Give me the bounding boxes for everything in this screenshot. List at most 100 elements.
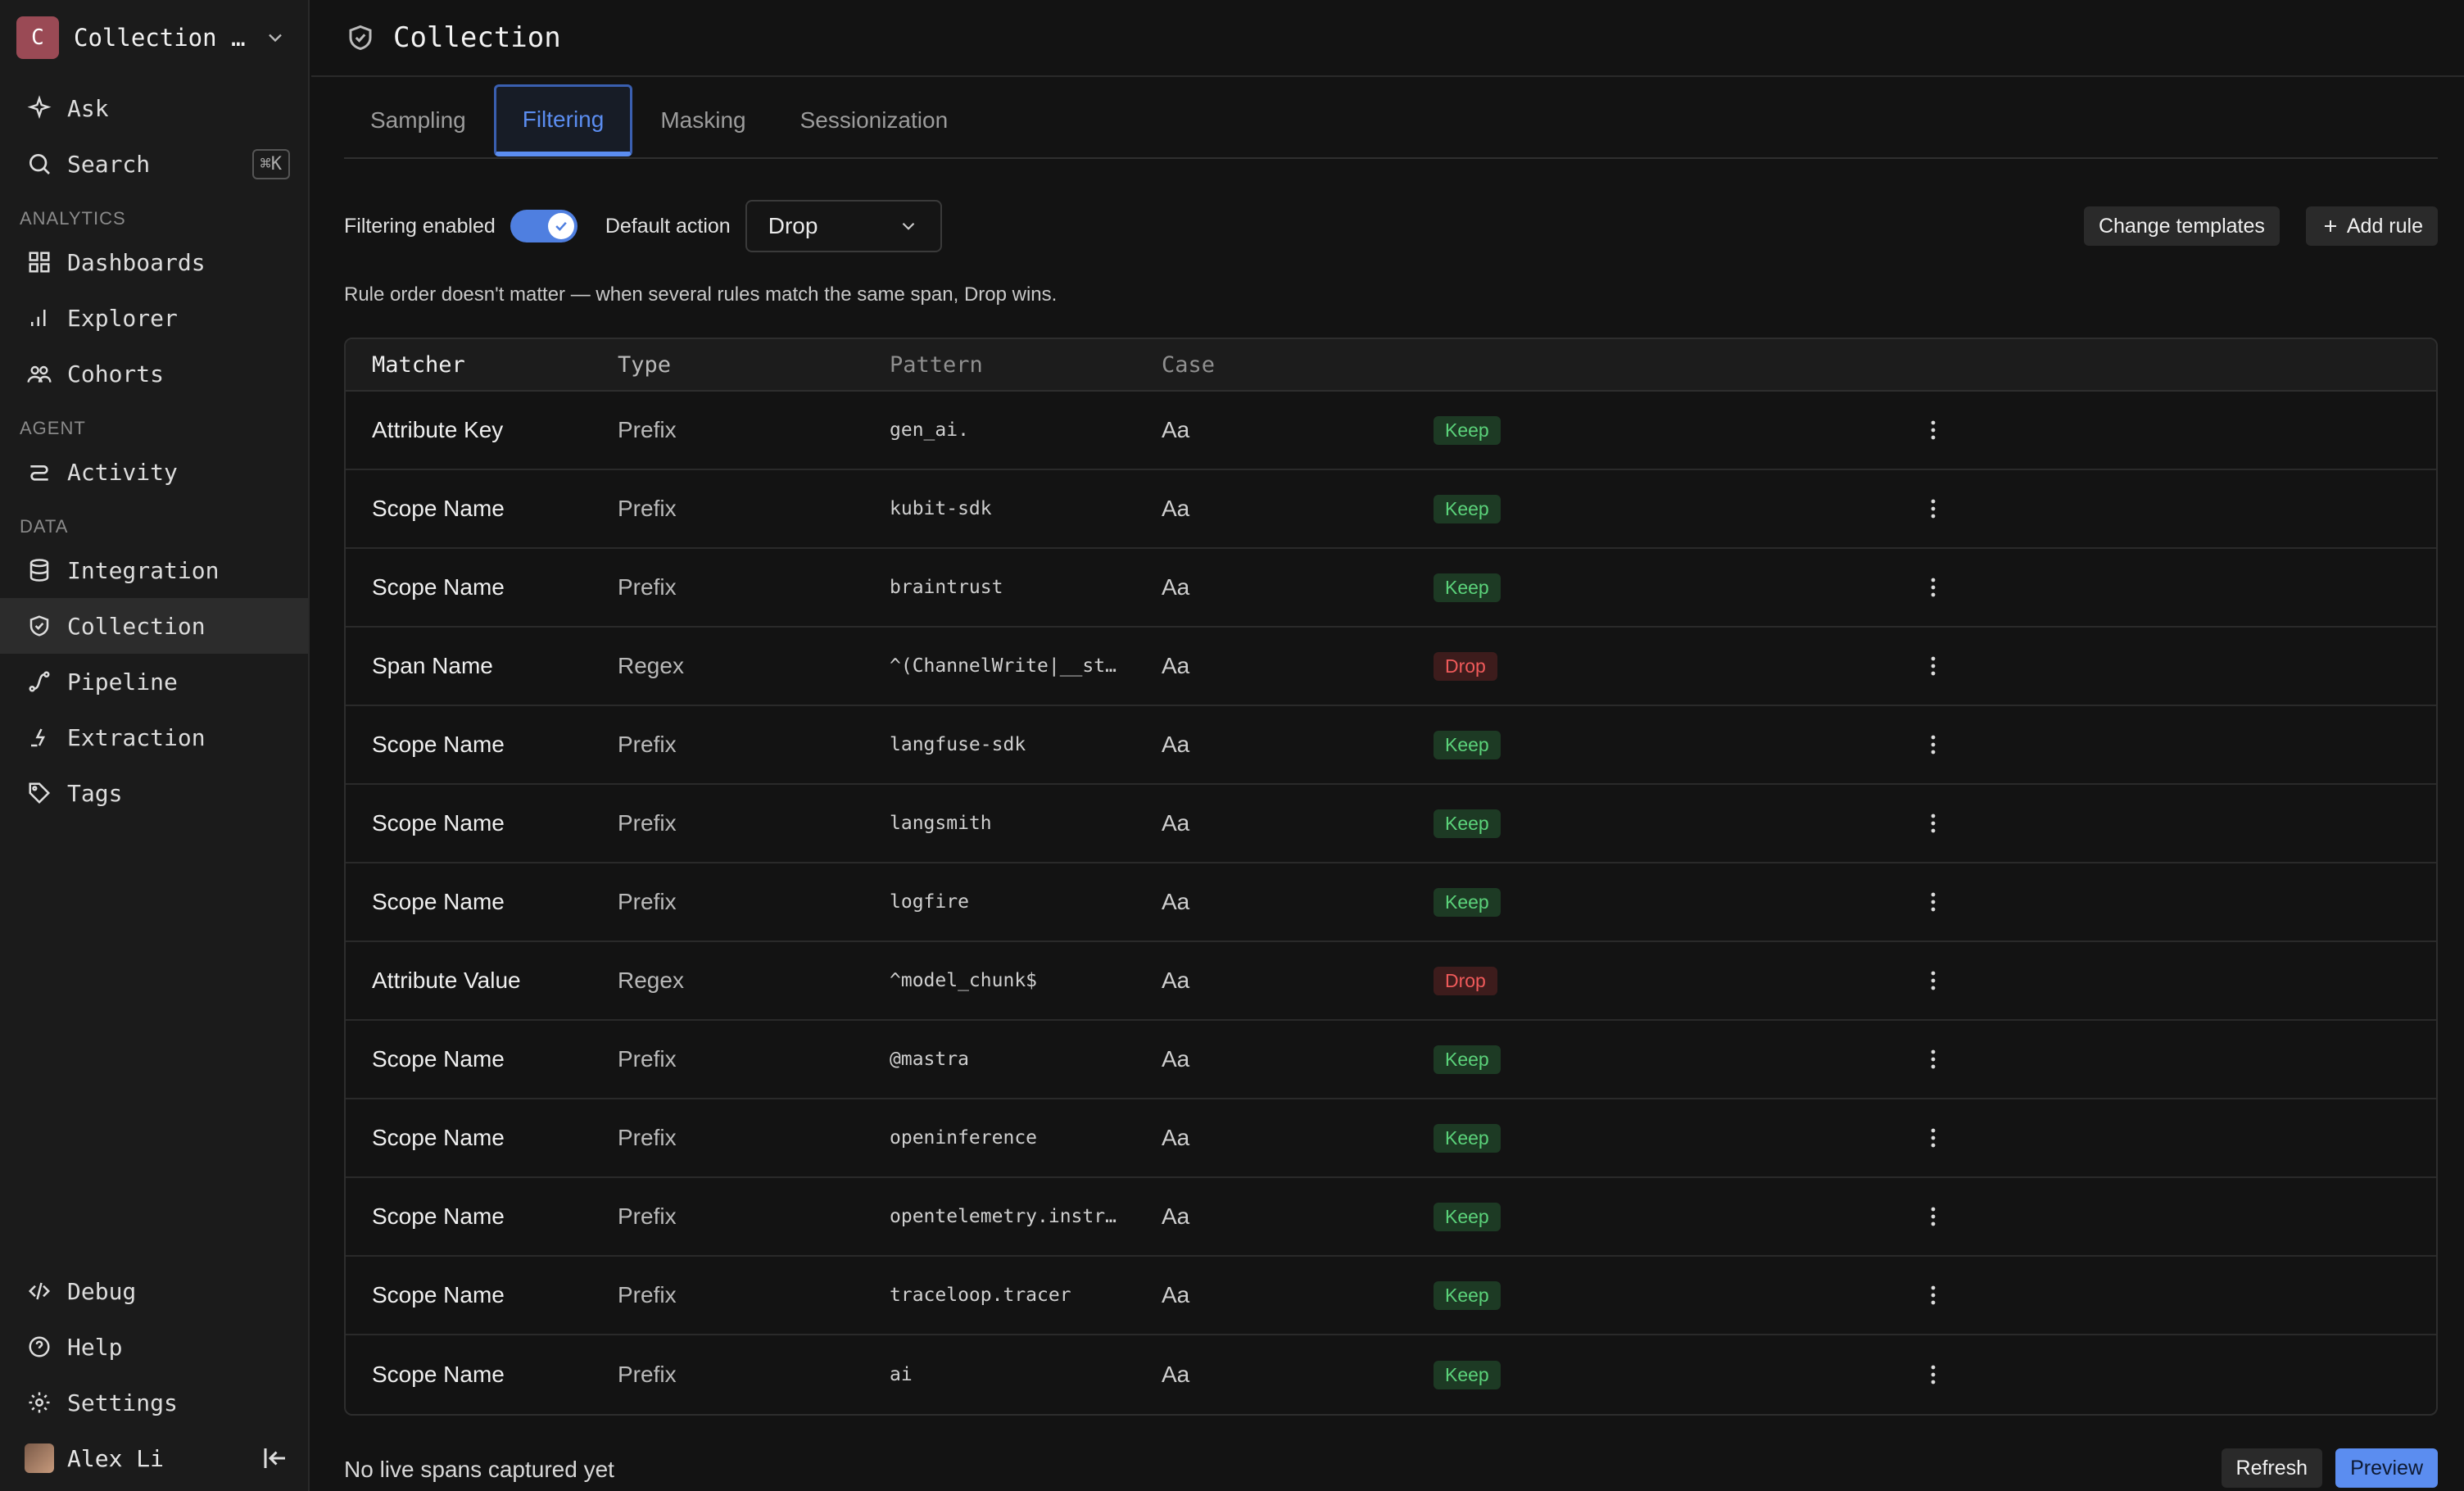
sidebar-item-settings[interactable]: Settings [0,1375,308,1430]
rules-table: Matcher Type Pattern Case Attribute Key P… [344,338,2438,1416]
sidebar-item-ask[interactable]: Ask [0,80,308,136]
pattern-cell: kubit-sdk [890,498,992,519]
sidebar-item-explorer[interactable]: Explorer [0,290,308,346]
action-cell: Keep [1434,1360,1909,1389]
type-cell: Prefix [618,1203,677,1229]
collapse-sidebar-icon[interactable] [260,1443,290,1473]
sidebar-item-tags[interactable]: Tags [0,765,308,821]
table-row[interactable]: Scope Name Prefix langfuse-sdk Aa Keep [346,706,2436,785]
sidebar-item-label: Collection [67,612,206,640]
action-badge: Keep [1434,1280,1501,1310]
plus-icon [2324,220,2336,232]
matcher-cell: Scope Name [372,1282,505,1307]
pipeline-icon [25,667,54,696]
action-cell: Keep [1434,494,1909,523]
default-action-value: Drop [768,213,818,238]
sidebar-item-integration[interactable]: Integration [0,542,308,598]
sidebar-item-activity[interactable]: Activity [0,444,308,500]
table-row[interactable]: Scope Name Prefix kubit-sdk Aa Keep [346,470,2436,549]
change-templates-button[interactable]: Change templates [2083,206,2280,246]
tab-masking[interactable]: Masking [634,84,772,156]
sidebar-item-dashboards[interactable]: Dashboards [0,234,308,290]
column-header-type[interactable]: Type [618,352,890,378]
user-profile[interactable]: Alex Li [0,1430,308,1486]
more-vertical-icon [1931,578,1936,597]
refresh-button[interactable]: Refresh [2221,1448,2323,1488]
row-menu-button[interactable] [1909,655,1958,677]
type-cell: Prefix [618,1125,677,1150]
pattern-cell: traceloop.tracer [890,1285,1071,1306]
sidebar-item-cohorts[interactable]: Cohorts [0,346,308,401]
column-header-case[interactable]: Case [1162,352,1434,378]
grid-icon [25,247,54,277]
row-menu-button[interactable] [1909,970,1958,991]
check-icon [547,213,574,239]
column-header-matcher[interactable]: Matcher [346,352,618,378]
tab-filtering[interactable]: Filtering [493,84,633,156]
matcher-cell: Attribute Key [372,417,504,442]
table-row[interactable]: Scope Name Prefix ai Aa Keep [346,1335,2436,1414]
row-menu-button[interactable] [1909,1049,1958,1070]
default-action-label: Default action [605,214,731,238]
add-rule-button[interactable]: Add rule [2305,206,2438,246]
column-header-pattern[interactable]: Pattern [890,352,1162,378]
row-menu-button[interactable] [1909,577,1958,598]
pattern-cell: opentelemetry.instr… [890,1206,1116,1227]
row-menu-button[interactable] [1909,813,1958,834]
row-menu-button[interactable] [1909,1206,1958,1227]
type-cell: Prefix [618,1046,677,1072]
sidebar-item-label: Debug [67,1277,137,1305]
table-row[interactable]: Scope Name Prefix langsmith Aa Keep [346,785,2436,863]
action-cell: Keep [1434,1280,1909,1310]
action-badge: Keep [1434,573,1501,602]
table-row[interactable]: Scope Name Prefix opentelemetry.instr… Aa Ke… [346,1178,2436,1257]
row-menu-button[interactable] [1909,734,1958,755]
table-row[interactable]: Attribute Value Regex ^model_chunk$ Aa Drop [346,942,2436,1021]
row-menu-button[interactable] [1909,891,1958,913]
tab-sampling[interactable]: Sampling [344,84,492,156]
row-menu-button[interactable] [1909,1285,1958,1306]
sidebar-item-extraction[interactable]: Extraction [0,709,308,765]
action-cell: Keep [1434,1045,1909,1074]
more-vertical-icon [1931,499,1936,519]
filtering-toggle[interactable] [510,210,578,242]
case-cell: Aa [1162,1362,1190,1387]
row-menu-button[interactable] [1909,419,1958,441]
tab-sessionization[interactable]: Sessionization [774,84,975,156]
action-badge: Keep [1434,1045,1501,1074]
action-badge: Keep [1434,494,1501,523]
table-row[interactable]: Scope Name Prefix @mastra Aa Keep [346,1021,2436,1099]
table-row[interactable]: Scope Name Prefix braintrust Aa Keep [346,549,2436,628]
sidebar-item-label: Settings [67,1389,178,1416]
table-row[interactable]: Scope Name Prefix openinference Aa Keep [346,1099,2436,1178]
database-icon [25,555,54,585]
sidebar-item-label: Help [67,1333,123,1361]
type-cell: Prefix [618,417,677,442]
matcher-cell: Scope Name [372,1362,505,1387]
preview-label: Preview [2350,1456,2423,1480]
table-row[interactable]: Attribute Key Prefix gen_ai. Aa Keep [346,392,2436,470]
case-cell: Aa [1162,496,1190,521]
row-menu-button[interactable] [1909,1127,1958,1149]
row-menu-button[interactable] [1909,1364,1958,1385]
table-row[interactable]: Scope Name Prefix traceloop.tracer Aa Keep [346,1257,2436,1335]
sidebar-item-help[interactable]: Help [0,1319,308,1375]
matcher-cell: Scope Name [372,496,505,521]
sidebar-item-collection[interactable]: Collection [0,598,308,654]
sparkle-icon [25,93,54,123]
search-icon [25,149,54,179]
pattern-cell: @mastra [890,1049,969,1070]
table-header: Matcher Type Pattern Case [346,339,2436,392]
type-cell: Prefix [618,889,677,914]
table-row[interactable]: Scope Name Prefix logfire Aa Keep [346,863,2436,942]
sidebar-item-search[interactable]: Search ⌘K [0,136,308,192]
sidebar-item-pipeline[interactable]: Pipeline [0,654,308,709]
workspace-switcher[interactable]: C Collection t... [16,15,295,61]
matcher-cell: Scope Name [372,810,505,836]
preview-button[interactable]: Preview [2335,1448,2438,1488]
row-menu-button[interactable] [1909,498,1958,519]
chevron-down-icon [269,34,282,43]
sidebar-item-debug[interactable]: Debug [0,1263,308,1319]
default-action-select[interactable]: Drop [745,200,942,252]
table-row[interactable]: Span Name Regex ^(ChannelWrite|__st… Aa Drop [346,628,2436,706]
